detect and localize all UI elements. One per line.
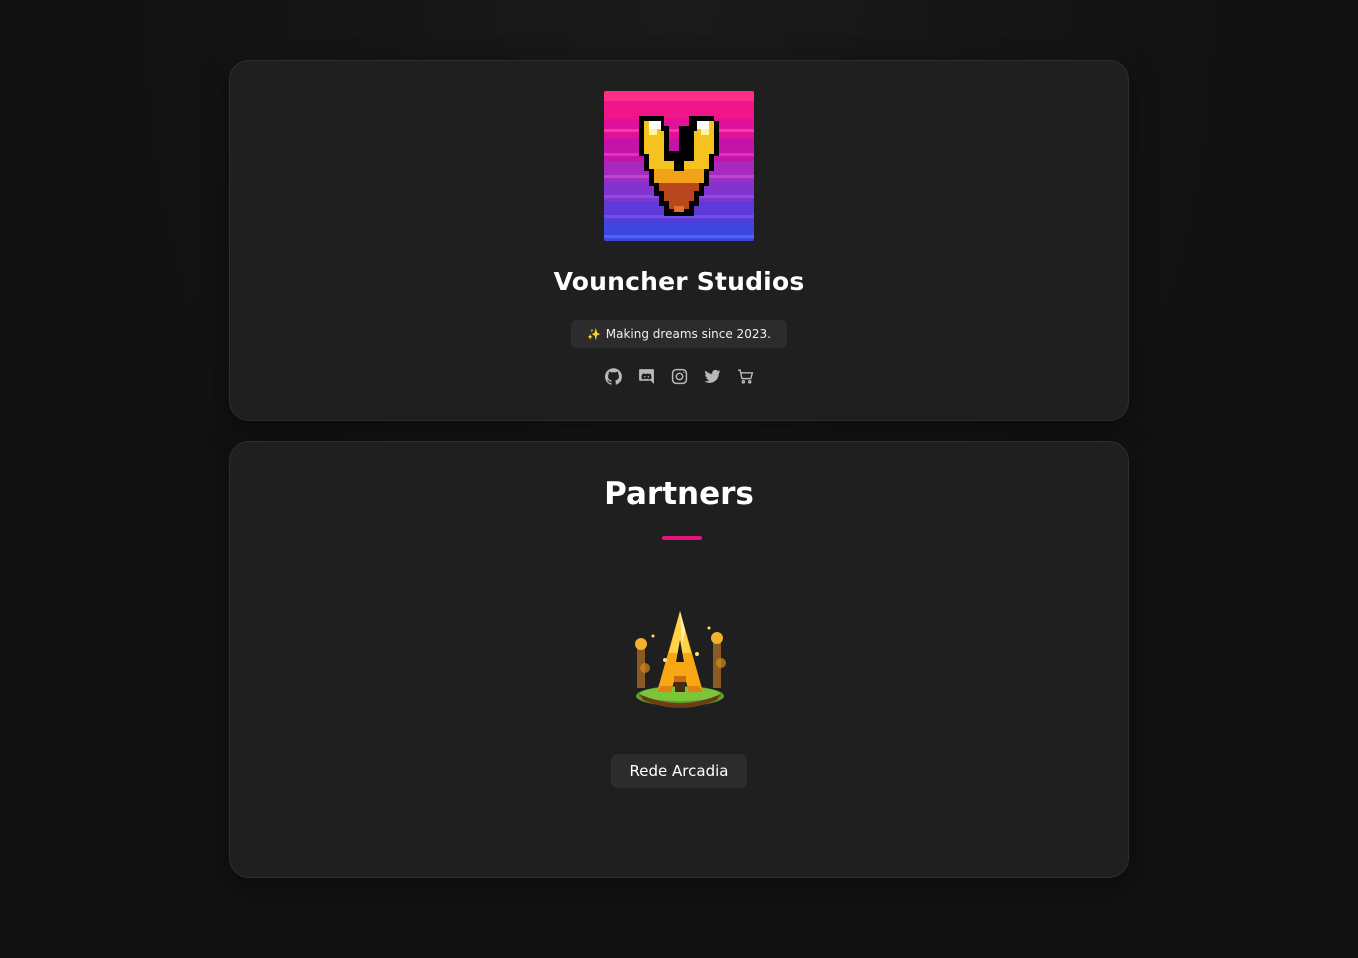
instagram-icon[interactable] [670, 367, 688, 385]
title-underline [662, 536, 702, 540]
discord-icon[interactable] [637, 367, 655, 385]
partners-title: Partners [604, 476, 754, 512]
twitter-icon[interactable] [703, 367, 721, 385]
studio-name: Vouncher Studios [553, 267, 805, 296]
partners-card: Partners Rede Arcadia [229, 441, 1129, 878]
github-icon[interactable] [604, 367, 622, 385]
sparkles-icon: ✨ [587, 327, 601, 341]
partner-name-button[interactable]: Rede Arcadia [611, 754, 747, 788]
cart-icon[interactable] [736, 367, 754, 385]
partner-logo[interactable] [625, 608, 735, 714]
social-links [230, 367, 1128, 385]
studio-logo [604, 91, 754, 241]
tagline-badge: ✨ Making dreams since 2023. [571, 320, 787, 348]
tagline-text: Making dreams since 2023. [605, 327, 771, 341]
profile-card: Vouncher Studios ✨ Making dreams since 2… [229, 60, 1129, 421]
